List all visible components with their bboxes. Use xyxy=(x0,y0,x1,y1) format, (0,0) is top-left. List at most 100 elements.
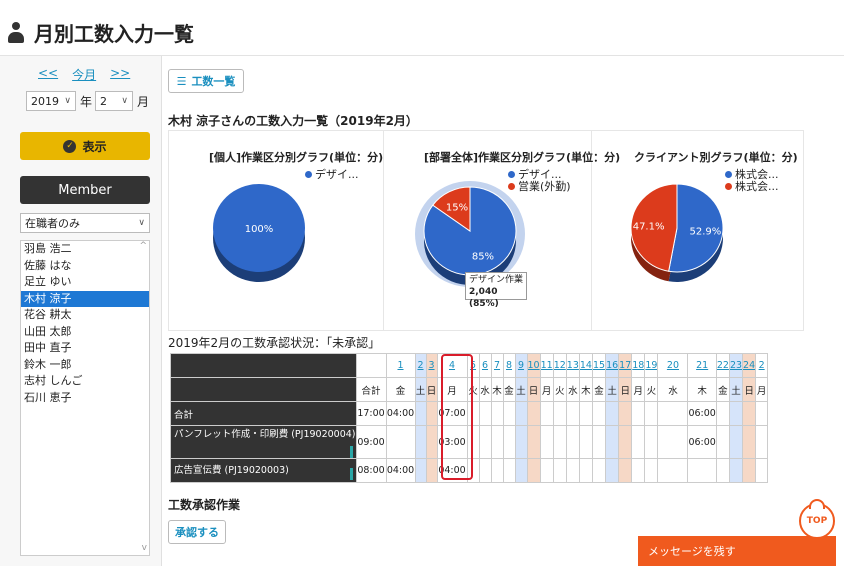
table-cell[interactable] xyxy=(414,425,427,459)
table-cell[interactable]: 06:00 xyxy=(687,401,717,426)
table-cell[interactable] xyxy=(502,458,516,483)
table-cell[interactable] xyxy=(728,425,744,459)
table-cell[interactable] xyxy=(478,425,492,459)
member-item[interactable]: 志村 しんご xyxy=(21,373,149,390)
table-cell[interactable] xyxy=(618,401,633,426)
table-cell[interactable] xyxy=(715,401,730,426)
table-cell[interactable] xyxy=(755,425,769,459)
table-cell[interactable] xyxy=(578,425,593,459)
table-cell[interactable] xyxy=(490,458,504,483)
member-filter-select[interactable]: 在職者のみ ∨ xyxy=(20,213,150,233)
table-cell[interactable] xyxy=(715,458,730,483)
day-link[interactable]: 14 xyxy=(580,360,591,371)
table-cell[interactable] xyxy=(742,401,757,426)
table-cell[interactable] xyxy=(605,401,620,426)
table-cell[interactable] xyxy=(657,458,689,483)
table-cell[interactable]: 09:00 xyxy=(355,425,387,459)
table-cell[interactable]: 06:00 xyxy=(687,425,717,459)
member-item[interactable]: 木村 涼子 xyxy=(21,290,149,307)
table-cell[interactable] xyxy=(605,458,620,483)
day-link[interactable]: 16 xyxy=(607,360,618,371)
table-cell[interactable] xyxy=(539,458,554,483)
member-item[interactable]: 鈴木 一郎 xyxy=(21,357,149,374)
table-cell[interactable] xyxy=(728,458,744,483)
table-cell[interactable] xyxy=(657,425,689,459)
table-cell[interactable] xyxy=(425,458,438,483)
member-item[interactable]: 山田 太郎 xyxy=(21,324,149,341)
day-link[interactable]: 24 xyxy=(744,360,755,371)
table-cell[interactable] xyxy=(715,425,730,459)
table-cell[interactable] xyxy=(618,425,633,459)
table-cell[interactable] xyxy=(591,458,607,483)
table-cell[interactable] xyxy=(478,401,492,426)
day-link[interactable]: 18 xyxy=(633,360,644,371)
table-cell[interactable] xyxy=(502,401,516,426)
day-link[interactable]: 22 xyxy=(717,360,728,371)
table-cell[interactable] xyxy=(478,458,492,483)
day-link[interactable]: 20 xyxy=(667,360,679,371)
leave-message-bar[interactable]: メッセージを残す xyxy=(638,536,836,566)
table-cell[interactable] xyxy=(414,401,427,426)
month-select[interactable]: 2 ∨ xyxy=(95,91,133,111)
day-link[interactable]: 1 xyxy=(397,360,403,371)
table-cell[interactable] xyxy=(502,425,516,459)
table-cell[interactable] xyxy=(539,425,554,459)
top-button[interactable]: TOP xyxy=(799,499,835,539)
table-cell[interactable] xyxy=(657,401,689,426)
table-cell[interactable] xyxy=(514,458,528,483)
member-item[interactable]: 花谷 耕太 xyxy=(21,307,149,324)
edit-icon[interactable] xyxy=(349,446,353,458)
table-cell[interactable] xyxy=(565,401,580,426)
table-cell[interactable] xyxy=(565,458,580,483)
day-link[interactable]: 6 xyxy=(482,360,488,371)
table-cell[interactable] xyxy=(490,401,504,426)
table-cell[interactable] xyxy=(552,401,567,426)
table-cell[interactable] xyxy=(526,425,541,459)
table-cell[interactable] xyxy=(552,425,567,459)
next-month-link[interactable]: >> xyxy=(110,66,130,83)
table-cell[interactable] xyxy=(414,458,427,483)
year-select[interactable]: 2019 ∨ xyxy=(26,91,76,111)
member-item[interactable]: 羽島 浩二 xyxy=(21,241,149,258)
day-link[interactable]: 11 xyxy=(541,360,552,371)
table-cell[interactable] xyxy=(526,458,541,483)
table-cell[interactable] xyxy=(631,458,646,483)
show-button[interactable]: ✓ 表示 xyxy=(20,132,150,160)
table-cell[interactable] xyxy=(605,425,620,459)
day-link[interactable]: 23 xyxy=(730,360,741,371)
table-cell[interactable] xyxy=(755,458,769,483)
table-cell[interactable] xyxy=(578,401,593,426)
table-cell[interactable] xyxy=(539,401,554,426)
table-cell[interactable] xyxy=(565,425,580,459)
day-link[interactable]: 13 xyxy=(567,360,578,371)
table-cell[interactable] xyxy=(578,458,593,483)
day-link[interactable]: 3 xyxy=(428,360,434,371)
day-link[interactable]: 8 xyxy=(506,360,512,371)
table-cell[interactable] xyxy=(526,401,541,426)
table-cell[interactable] xyxy=(631,401,646,426)
member-item[interactable]: 佐藤 はな xyxy=(21,258,149,275)
table-cell[interactable] xyxy=(514,425,528,459)
day-link[interactable]: 12 xyxy=(554,360,565,371)
task-list-button[interactable]: ☰ 工数一覧 xyxy=(168,69,244,93)
table-cell[interactable] xyxy=(755,401,769,426)
table-cell[interactable]: 08:00 xyxy=(355,458,387,483)
member-item[interactable]: 石川 恵子 xyxy=(21,390,149,407)
day-link[interactable]: 21 xyxy=(696,360,708,371)
table-cell[interactable] xyxy=(425,401,438,426)
day-link[interactable]: 10 xyxy=(528,360,539,371)
table-cell[interactable] xyxy=(425,425,438,459)
table-cell[interactable] xyxy=(644,425,659,459)
day-link[interactable]: 17 xyxy=(620,360,631,371)
table-cell[interactable]: 04:00 xyxy=(385,458,416,483)
member-button[interactable]: Member xyxy=(20,176,150,204)
table-cell[interactable] xyxy=(644,458,659,483)
table-cell[interactable]: 17:00 xyxy=(355,401,387,426)
table-cell[interactable] xyxy=(644,401,659,426)
table-cell[interactable] xyxy=(552,458,567,483)
day-link[interactable]: 2 xyxy=(417,360,423,371)
scroll-down-icon[interactable]: v xyxy=(142,543,147,553)
table-cell[interactable] xyxy=(687,458,717,483)
day-link[interactable]: 19 xyxy=(646,360,657,371)
table-cell[interactable] xyxy=(385,425,416,459)
